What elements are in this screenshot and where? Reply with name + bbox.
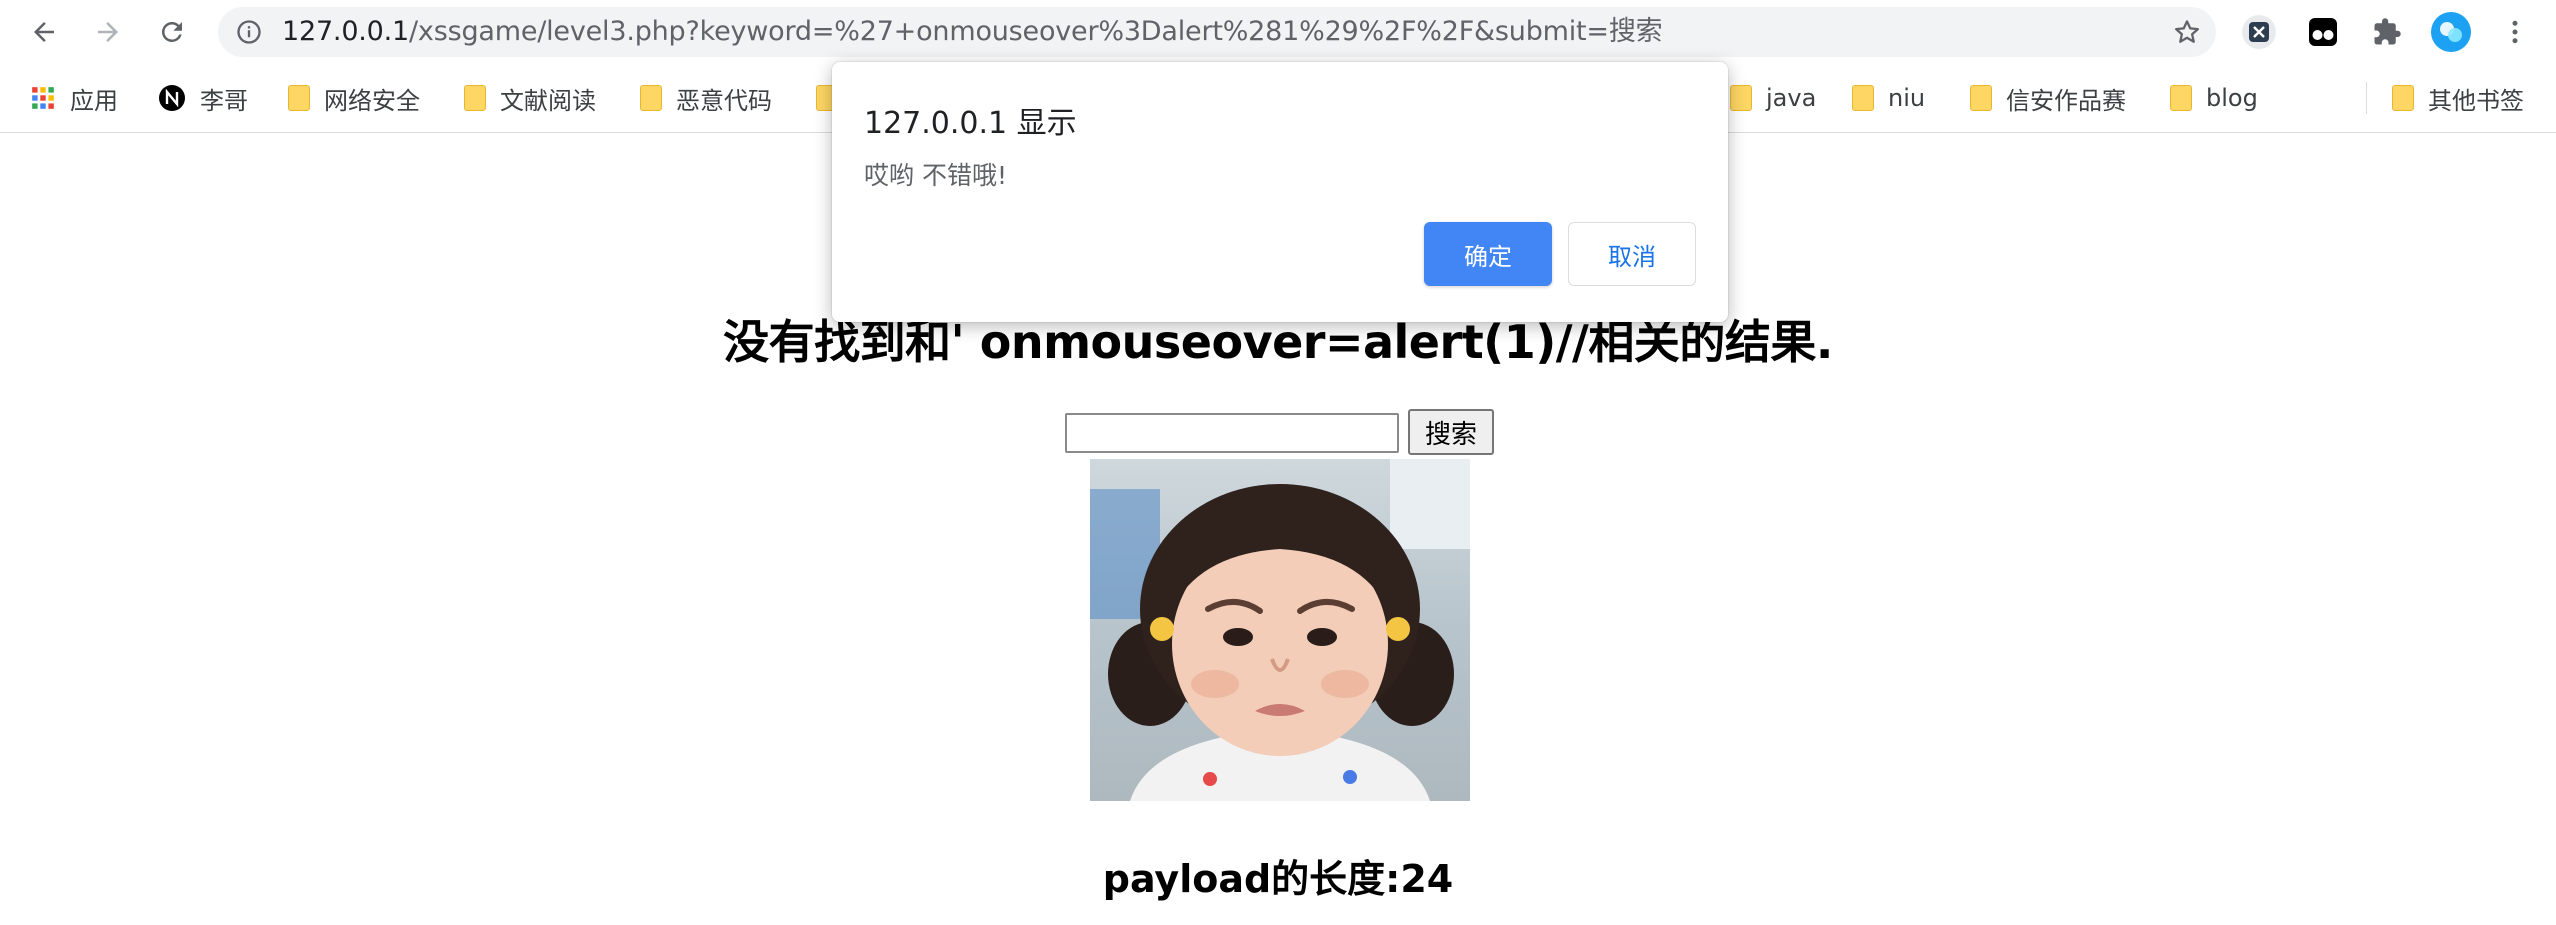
meme-photo <box>1090 459 1470 801</box>
bookmark-folder-java[interactable]: java <box>1730 64 1816 132</box>
notion-icon <box>158 84 186 112</box>
folder-icon <box>464 85 486 111</box>
search-button[interactable]: 搜索 <box>1408 409 1494 455</box>
folder-icon <box>2392 85 2414 111</box>
info-icon[interactable] <box>232 15 266 49</box>
url-path: /xssgame/level3.php?keyword=%27+onmouseo… <box>409 16 1663 47</box>
bookmark-folder-malware[interactable]: 恶意代码 <box>640 64 772 132</box>
ok-button[interactable]: 确定 <box>1424 222 1552 286</box>
bookmark-label: 其他书签 <box>2428 86 2524 115</box>
dialog-message: 哎哟 不错哦! <box>864 161 1007 190</box>
x-extension-icon[interactable] <box>2238 11 2280 53</box>
bookmark-folder-competition[interactable]: 信安作品赛 <box>1970 64 2126 132</box>
address-bar[interactable]: 127.0.0.1/xssgame/level3.php?keyword=%27… <box>218 7 2216 57</box>
reload-icon[interactable] <box>150 10 194 54</box>
back-arrow-icon[interactable] <box>22 10 66 54</box>
forward-arrow-icon[interactable] <box>86 10 130 54</box>
apps-grid-icon <box>30 85 56 111</box>
bookmark-label: 恶意代码 <box>676 86 772 115</box>
folder-icon <box>1730 85 1752 111</box>
tampermonkey-icon[interactable] <box>2302 11 2344 53</box>
alert-dialog: 127.0.0.1 显示 哎哟 不错哦! 确定 取消 <box>832 62 1728 322</box>
bookmark-label: 应用 <box>70 86 118 115</box>
payload-length: payload的长度:24 <box>1102 857 1454 901</box>
bookmark-folder-blog[interactable]: blog <box>2170 64 2258 132</box>
bookmark-label: 信安作品赛 <box>2006 86 2126 115</box>
bookmark-folder-niu[interactable]: niu <box>1852 64 1925 132</box>
bookmark-label: blog <box>2206 84 2258 112</box>
bookmarks-divider <box>2366 82 2367 114</box>
folder-icon <box>640 85 662 111</box>
folder-icon <box>1852 85 1874 111</box>
dialog-title: 127.0.0.1 显示 <box>864 106 1077 141</box>
bookmark-folder-network-security[interactable]: 网络安全 <box>288 64 420 132</box>
folder-icon <box>2170 85 2192 111</box>
bookmark-folder-literature[interactable]: 文献阅读 <box>464 64 596 132</box>
bookmark-folder-other[interactable]: 其他书签 <box>2392 64 2524 132</box>
url-host: 127.0.0.1 <box>282 16 410 47</box>
url-text[interactable]: 127.0.0.1/xssgame/level3.php?keyword=%27… <box>282 7 1663 57</box>
folder-icon <box>288 85 310 111</box>
star-icon[interactable] <box>2170 15 2204 49</box>
cancel-button[interactable]: 取消 <box>1568 222 1696 286</box>
puzzle-extensions-icon[interactable] <box>2366 11 2408 53</box>
search-input[interactable] <box>1065 413 1399 453</box>
bookmark-label: 李哥 <box>200 86 248 115</box>
bookmark-label: 文献阅读 <box>500 86 596 115</box>
bookmark-label: niu <box>1888 84 1926 112</box>
bookmark-label: 网络安全 <box>324 86 420 115</box>
bookmark-lige[interactable]: 李哥 <box>158 64 248 132</box>
menu-kebab-icon[interactable] <box>2494 11 2536 53</box>
browser-toolbar: 127.0.0.1/xssgame/level3.php?keyword=%27… <box>0 0 2556 64</box>
bookmark-label: java <box>1766 84 1817 112</box>
folder-icon <box>1970 85 1992 111</box>
profile-avatar-icon[interactable] <box>2430 11 2472 53</box>
bookmark-apps[interactable]: 应用 <box>30 64 118 132</box>
